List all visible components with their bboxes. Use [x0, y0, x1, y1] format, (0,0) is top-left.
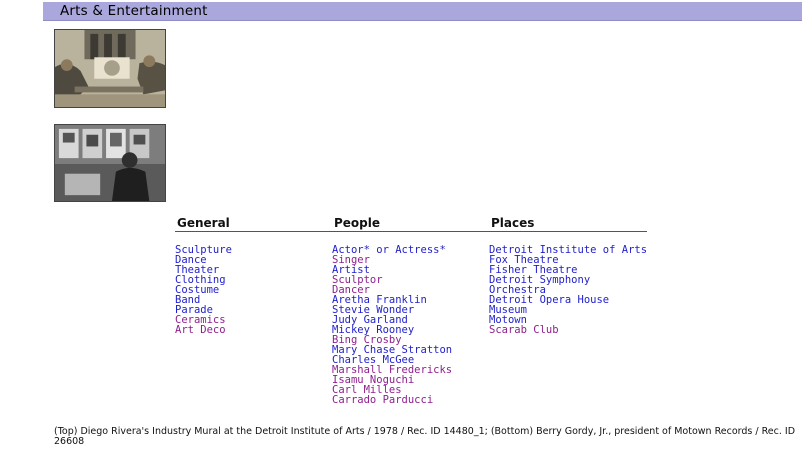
places-link-list: Detroit Institute of Arts Fox Theatre Fish…	[489, 245, 647, 336]
column-heading-people: People	[334, 216, 381, 230]
general-link-list: Sculpture Dance Theater Clothing Costume Band…	[175, 245, 232, 336]
column-header-row: General People Places	[175, 216, 647, 232]
mural-image	[55, 30, 165, 107]
people-link-list: Actor* or Actress* Singer Artist Sculptor Da…	[332, 245, 452, 406]
column-heading-places: Places	[491, 216, 535, 230]
motown-photo[interactable]	[54, 124, 166, 202]
column-heading-general: General	[177, 216, 230, 230]
photo-caption: (Top) Diego Rivera's Industry Mural at t…	[54, 426, 796, 447]
topic-link-item: Carrado Parducci	[332, 394, 452, 406]
berry-gordy-image	[55, 125, 165, 201]
topic-link[interactable]: Art Deco	[175, 324, 226, 336]
section-title: Arts & Entertainment	[60, 3, 208, 19]
topic-link[interactable]: Scarab Club	[489, 324, 559, 336]
topic-link-item: Scarab Club	[489, 324, 647, 336]
topic-link-item: Art Deco	[175, 324, 232, 336]
topic-link[interactable]: Carrado Parducci	[332, 394, 433, 406]
mural-photo[interactable]	[54, 29, 166, 108]
section-header-bar: Arts & Entertainment	[43, 2, 802, 21]
